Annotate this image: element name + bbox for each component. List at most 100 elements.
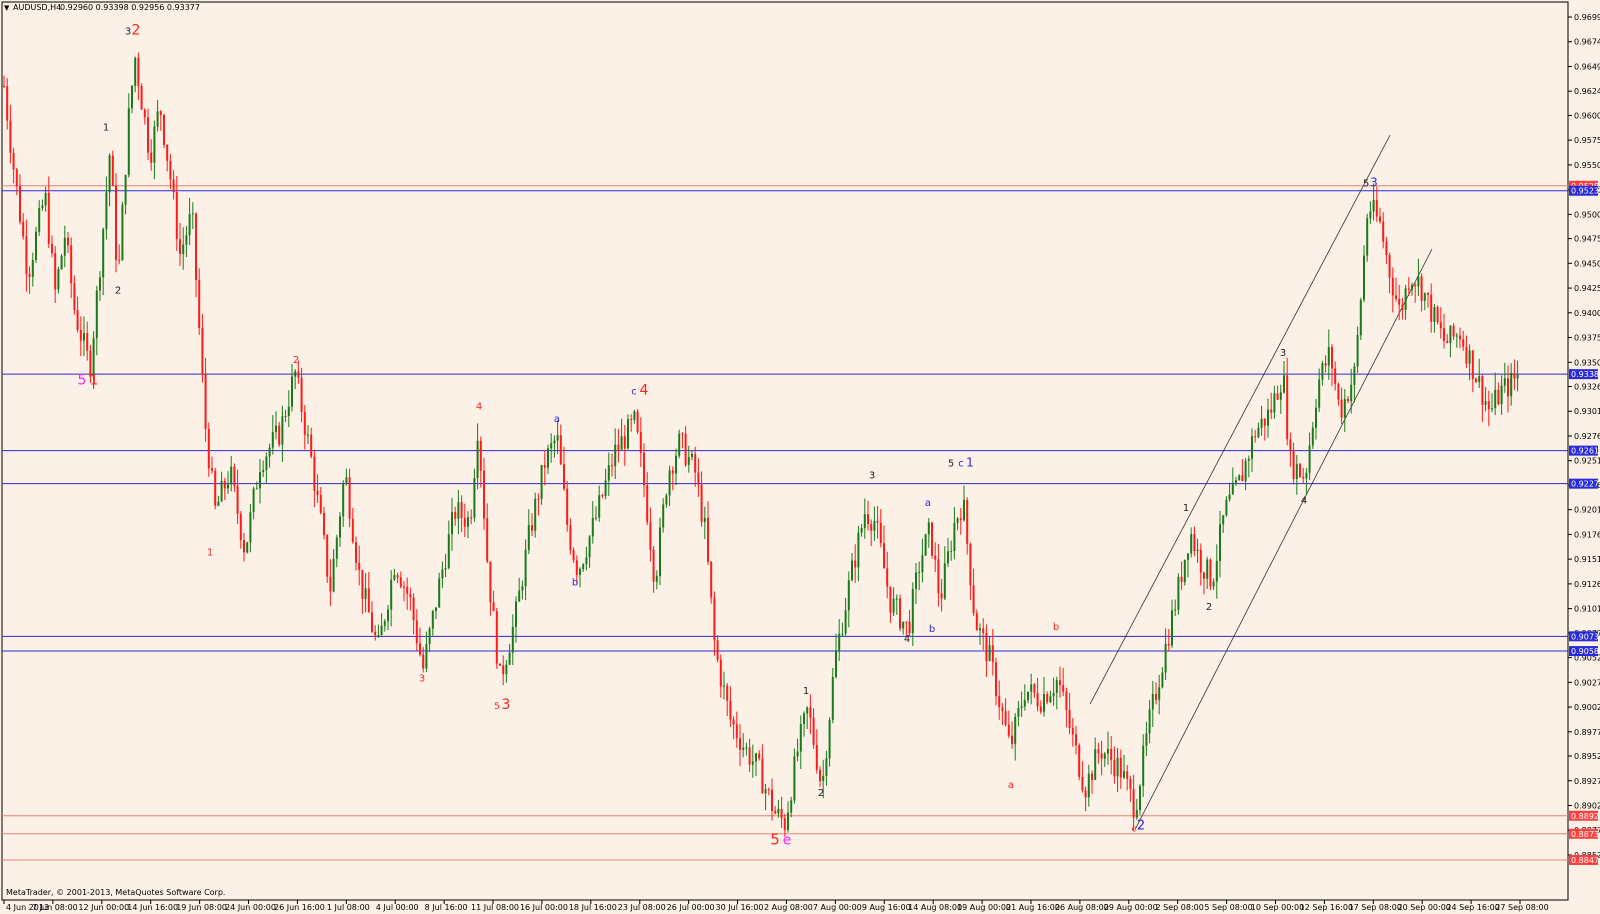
candle-body	[524, 549, 527, 587]
candle-body	[1484, 401, 1487, 405]
candle-body	[1062, 685, 1065, 692]
candle-body	[367, 588, 370, 613]
candle-body	[726, 685, 729, 701]
price-tick-label: 0.92510	[1574, 457, 1600, 466]
candle-body	[1100, 753, 1103, 759]
candle-body	[835, 650, 837, 678]
candle-body	[761, 758, 764, 794]
candle-body	[28, 274, 31, 277]
candle-body	[1283, 375, 1285, 393]
candle-body	[751, 761, 754, 765]
time-tick-label: 17 Sep 08:00	[1349, 903, 1402, 912]
candle-body	[1209, 559, 1212, 587]
candle-body	[1123, 771, 1125, 778]
candle-body	[601, 495, 604, 497]
candle-body	[1430, 294, 1433, 322]
candle-body	[1420, 276, 1423, 301]
candle-body	[159, 111, 162, 115]
candle-body	[204, 373, 207, 430]
candle-body	[211, 468, 213, 471]
price-tick-label: 0.89525	[1574, 752, 1600, 761]
candle-body	[505, 664, 508, 675]
candle-body	[716, 640, 719, 660]
time-tick-label: 24 Jun 00:00	[225, 903, 276, 912]
candle-body	[1324, 363, 1327, 366]
wave-label: 5	[770, 831, 780, 849]
candle-body	[44, 192, 47, 206]
candle-body	[681, 433, 684, 435]
candle-body	[611, 465, 613, 467]
candle-body	[1404, 288, 1407, 311]
candle-body	[617, 444, 620, 450]
candle-body	[1507, 378, 1509, 397]
wave-label: b	[1053, 622, 1059, 633]
candle-body	[150, 152, 153, 163]
time-tick-label: 14 Jun 16:00	[127, 903, 178, 912]
chart-window[interactable]: 321251213453abc45e123a4b5c1bac2123453 0.…	[0, 0, 1600, 914]
candle-body	[19, 186, 21, 222]
candle-body	[1443, 328, 1445, 341]
candle-body	[454, 512, 457, 519]
candle-body	[22, 221, 25, 237]
candle-body	[572, 550, 575, 561]
candle-body	[921, 555, 924, 573]
wave-label: 3	[502, 697, 511, 713]
candle-body	[1257, 427, 1260, 438]
candle-body	[1043, 694, 1045, 712]
time-tick-label: 2 Sep 08:00	[1156, 903, 1204, 912]
candle-body	[911, 588, 914, 634]
price-axis[interactable]: 0.96995 0.96745 0.96495 0.96245 0.96000 0.957…	[1568, 13, 1600, 860]
wave-label: 2	[115, 286, 121, 297]
candle-body	[518, 590, 521, 602]
candle-body	[1193, 534, 1196, 552]
candle-body	[1177, 576, 1180, 610]
candle-body	[1334, 368, 1337, 384]
candle-body	[1068, 709, 1071, 729]
candle-body	[115, 185, 117, 260]
time-tick-label: 12 Jun 00:00	[78, 903, 129, 912]
candle-body	[815, 744, 818, 770]
candle-body	[943, 563, 946, 599]
candle-body	[585, 557, 588, 565]
candle-body	[1167, 643, 1170, 646]
candle-body	[927, 522, 930, 535]
candle-body	[1423, 293, 1426, 301]
price-chart[interactable]: 3 2125 121345 3abc 45 e123a4b5 c 1bac 212345 3 0.…	[0, 0, 1600, 914]
candle-body	[534, 498, 537, 531]
menu-arrow-icon[interactable]: ▼	[4, 4, 10, 12]
candle-body	[179, 239, 181, 254]
candle-body	[1491, 408, 1493, 410]
time-tick-label: 26 Jun 16:00	[274, 903, 325, 912]
candle-body	[1113, 760, 1116, 777]
candle-body	[1081, 776, 1084, 791]
candle-body	[1206, 559, 1209, 579]
candle-body	[492, 602, 495, 612]
time-tick-label: 11 Jul 08:00	[471, 903, 519, 912]
candle-body	[1091, 773, 1093, 780]
wave-label: a	[1008, 780, 1014, 791]
candle-body	[1321, 363, 1324, 380]
candle-body	[111, 155, 114, 186]
candle-body	[223, 481, 226, 489]
time-axis[interactable]: 4 Jun 20137 Jun 08:00 12 Jun 00:0014 Jun …	[3, 900, 1549, 912]
candle-body	[630, 419, 633, 421]
candle-body	[972, 585, 975, 614]
candle-body	[947, 551, 949, 564]
candle-body	[35, 231, 37, 260]
candle-body	[540, 464, 543, 500]
candle-body	[655, 575, 658, 582]
candle-body	[348, 477, 351, 519]
candle-body	[470, 517, 473, 519]
candle-body	[108, 155, 111, 193]
trendlines	[1089, 135, 1433, 830]
candle-body	[230, 466, 233, 485]
candle-body	[1033, 684, 1036, 693]
candle-body	[649, 522, 652, 550]
price-tick-label: 0.94005	[1574, 309, 1600, 318]
candle-body	[710, 561, 713, 598]
candle-body	[1388, 255, 1391, 278]
price-tick-label: 0.95750	[1574, 136, 1600, 145]
candle-body	[1027, 691, 1029, 701]
candle-body	[1375, 200, 1378, 217]
candle-body	[214, 470, 217, 506]
